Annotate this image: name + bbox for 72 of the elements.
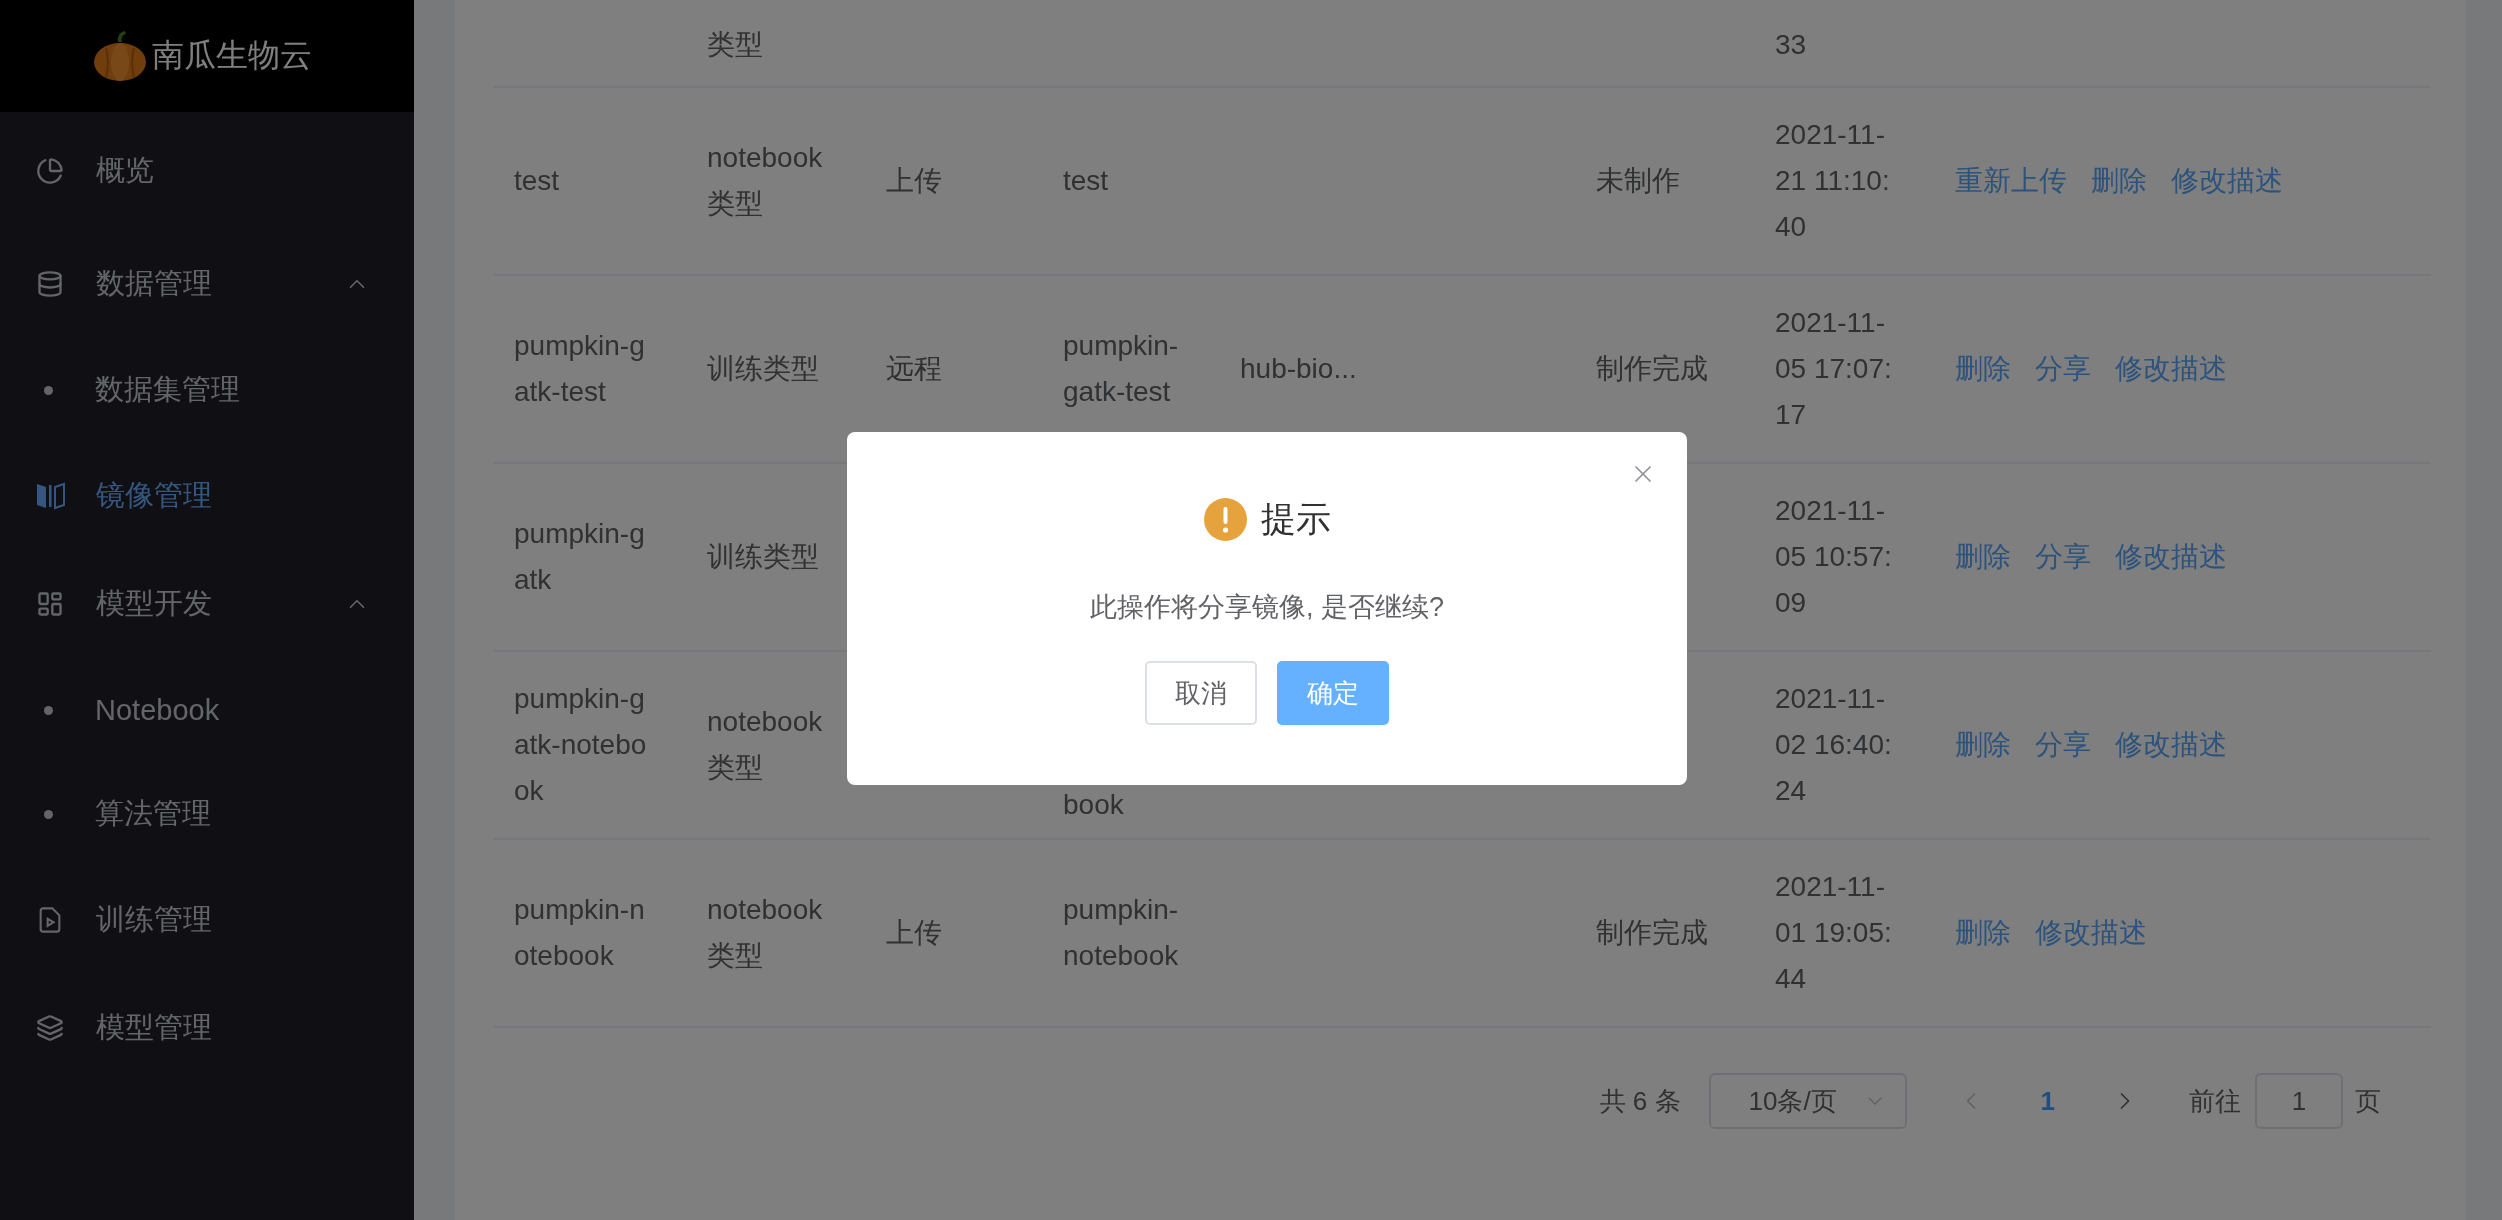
source-cell-text: 远程 bbox=[886, 352, 943, 386]
status-cell-text: 未制作 bbox=[1596, 164, 1681, 198]
time-cell-text: 2021-11-01 19:05:44 bbox=[1775, 870, 1893, 996]
action-link[interactable]: 删除 bbox=[1955, 726, 2011, 764]
type-cell-text: 类型 bbox=[707, 28, 764, 62]
time-cell-text: 2021-11-05 10:57:09 bbox=[1775, 494, 1893, 620]
time-cell-text: 2021-11-21 11:10:40 bbox=[1775, 118, 1891, 244]
action-link[interactable]: 分享 bbox=[2035, 726, 2091, 764]
type-cell-text: 训练类型 bbox=[707, 540, 820, 574]
logo-text: 南瓜生物云 bbox=[152, 36, 312, 75]
sidebar-item[interactable]: 镜像管理 bbox=[0, 442, 414, 550]
action-link[interactable]: 分享 bbox=[2035, 538, 2091, 576]
source-cell-text: 上传 bbox=[886, 164, 943, 198]
cancel-button[interactable]: 取消 bbox=[1145, 661, 1257, 725]
action-link[interactable]: 删除 bbox=[2091, 162, 2147, 200]
grid-icon bbox=[36, 590, 64, 618]
sidebar-subitem[interactable]: Notebook bbox=[0, 658, 414, 762]
time-cell-text: 33 bbox=[1775, 28, 1808, 62]
sidebar-item[interactable]: 模型开发 bbox=[0, 550, 414, 658]
table-cell-text: book bbox=[1063, 788, 1125, 822]
action-link[interactable]: 分享 bbox=[2035, 350, 2091, 388]
total-count: 共 6 条 bbox=[1599, 1084, 1681, 1118]
goto-label: 前往 bbox=[2189, 1084, 2241, 1118]
type-cell-text: notebook类型 bbox=[707, 893, 824, 973]
database-icon bbox=[36, 270, 64, 298]
sidebar-item[interactable]: 训练管理 bbox=[0, 866, 414, 974]
name-cell-text: pumpkin-notebook bbox=[514, 893, 646, 973]
type-cell-text: notebook类型 bbox=[707, 705, 824, 785]
goto-page-field[interactable]: 1 bbox=[2255, 1073, 2343, 1129]
sidebar-item[interactable]: 概览 bbox=[0, 112, 414, 230]
type-cell-text: notebook类型 bbox=[707, 141, 824, 221]
name-cell-text: pumpkin-gatk-test bbox=[514, 329, 646, 409]
table-cell-text: pumpkin-gatk-test bbox=[1063, 329, 1180, 409]
action-link[interactable]: 删除 bbox=[1955, 350, 2011, 388]
sidebar-item[interactable]: 数据管理 bbox=[0, 230, 414, 338]
table-cell-text: test bbox=[1063, 164, 1110, 198]
panels-icon bbox=[36, 482, 66, 510]
type-cell-text: 训练类型 bbox=[707, 352, 820, 386]
dialog-message: 此操作将分享镜像, 是否继续? bbox=[1090, 591, 1444, 624]
page-suffix: 页 bbox=[2355, 1084, 2381, 1118]
confirm-button[interactable]: 确定 bbox=[1277, 661, 1389, 725]
action-link[interactable]: 删除 bbox=[1955, 538, 2011, 576]
time-cell-text: 2021-11-02 16:40:24 bbox=[1775, 682, 1893, 808]
name-cell-text: test bbox=[514, 164, 561, 198]
table-cell-text: pumpkin-notebook bbox=[1063, 893, 1180, 973]
page-size-select[interactable]: 10条/页 bbox=[1708, 1073, 1907, 1129]
pie-chart-icon bbox=[36, 157, 64, 185]
action-link[interactable]: 修改描述 bbox=[2171, 162, 2283, 200]
dialog-title: 提示 bbox=[1260, 498, 1331, 540]
warning-icon bbox=[1203, 498, 1247, 541]
action-link[interactable]: 重新上传 bbox=[1955, 162, 2067, 200]
action-link[interactable]: 修改描述 bbox=[2115, 538, 2227, 576]
sidebar-subitem[interactable]: 数据集管理 bbox=[0, 338, 414, 442]
pumpkin-logo bbox=[92, 28, 148, 84]
layers-icon bbox=[36, 1014, 64, 1042]
name-cell-text: pumpkin-gatk-notebook bbox=[514, 682, 648, 808]
source-cell-text: 上传 bbox=[886, 916, 943, 950]
action-link[interactable]: 删除 bbox=[1955, 914, 2011, 952]
name-cell-text: pumpkin-gatk bbox=[514, 517, 646, 597]
bullet-icon bbox=[44, 705, 53, 715]
time-cell-text: 2021-11-05 17:07:17 bbox=[1775, 306, 1893, 432]
sidebar-subitem[interactable]: 算法管理 bbox=[0, 762, 414, 866]
action-link[interactable]: 修改描述 bbox=[2035, 914, 2147, 952]
action-link[interactable]: 修改描述 bbox=[2115, 350, 2227, 388]
status-cell-text: 制作完成 bbox=[1596, 352, 1709, 386]
sidebar-item[interactable]: 模型管理 bbox=[0, 974, 414, 1082]
table-cell-text: hub-bio... bbox=[1240, 352, 1358, 386]
status-cell-text: 制作完成 bbox=[1596, 916, 1709, 950]
bullet-icon bbox=[44, 385, 53, 395]
page-number[interactable]: 1 bbox=[2040, 1085, 2055, 1117]
bullet-icon bbox=[44, 809, 53, 819]
action-link[interactable]: 修改描述 bbox=[2115, 726, 2227, 764]
